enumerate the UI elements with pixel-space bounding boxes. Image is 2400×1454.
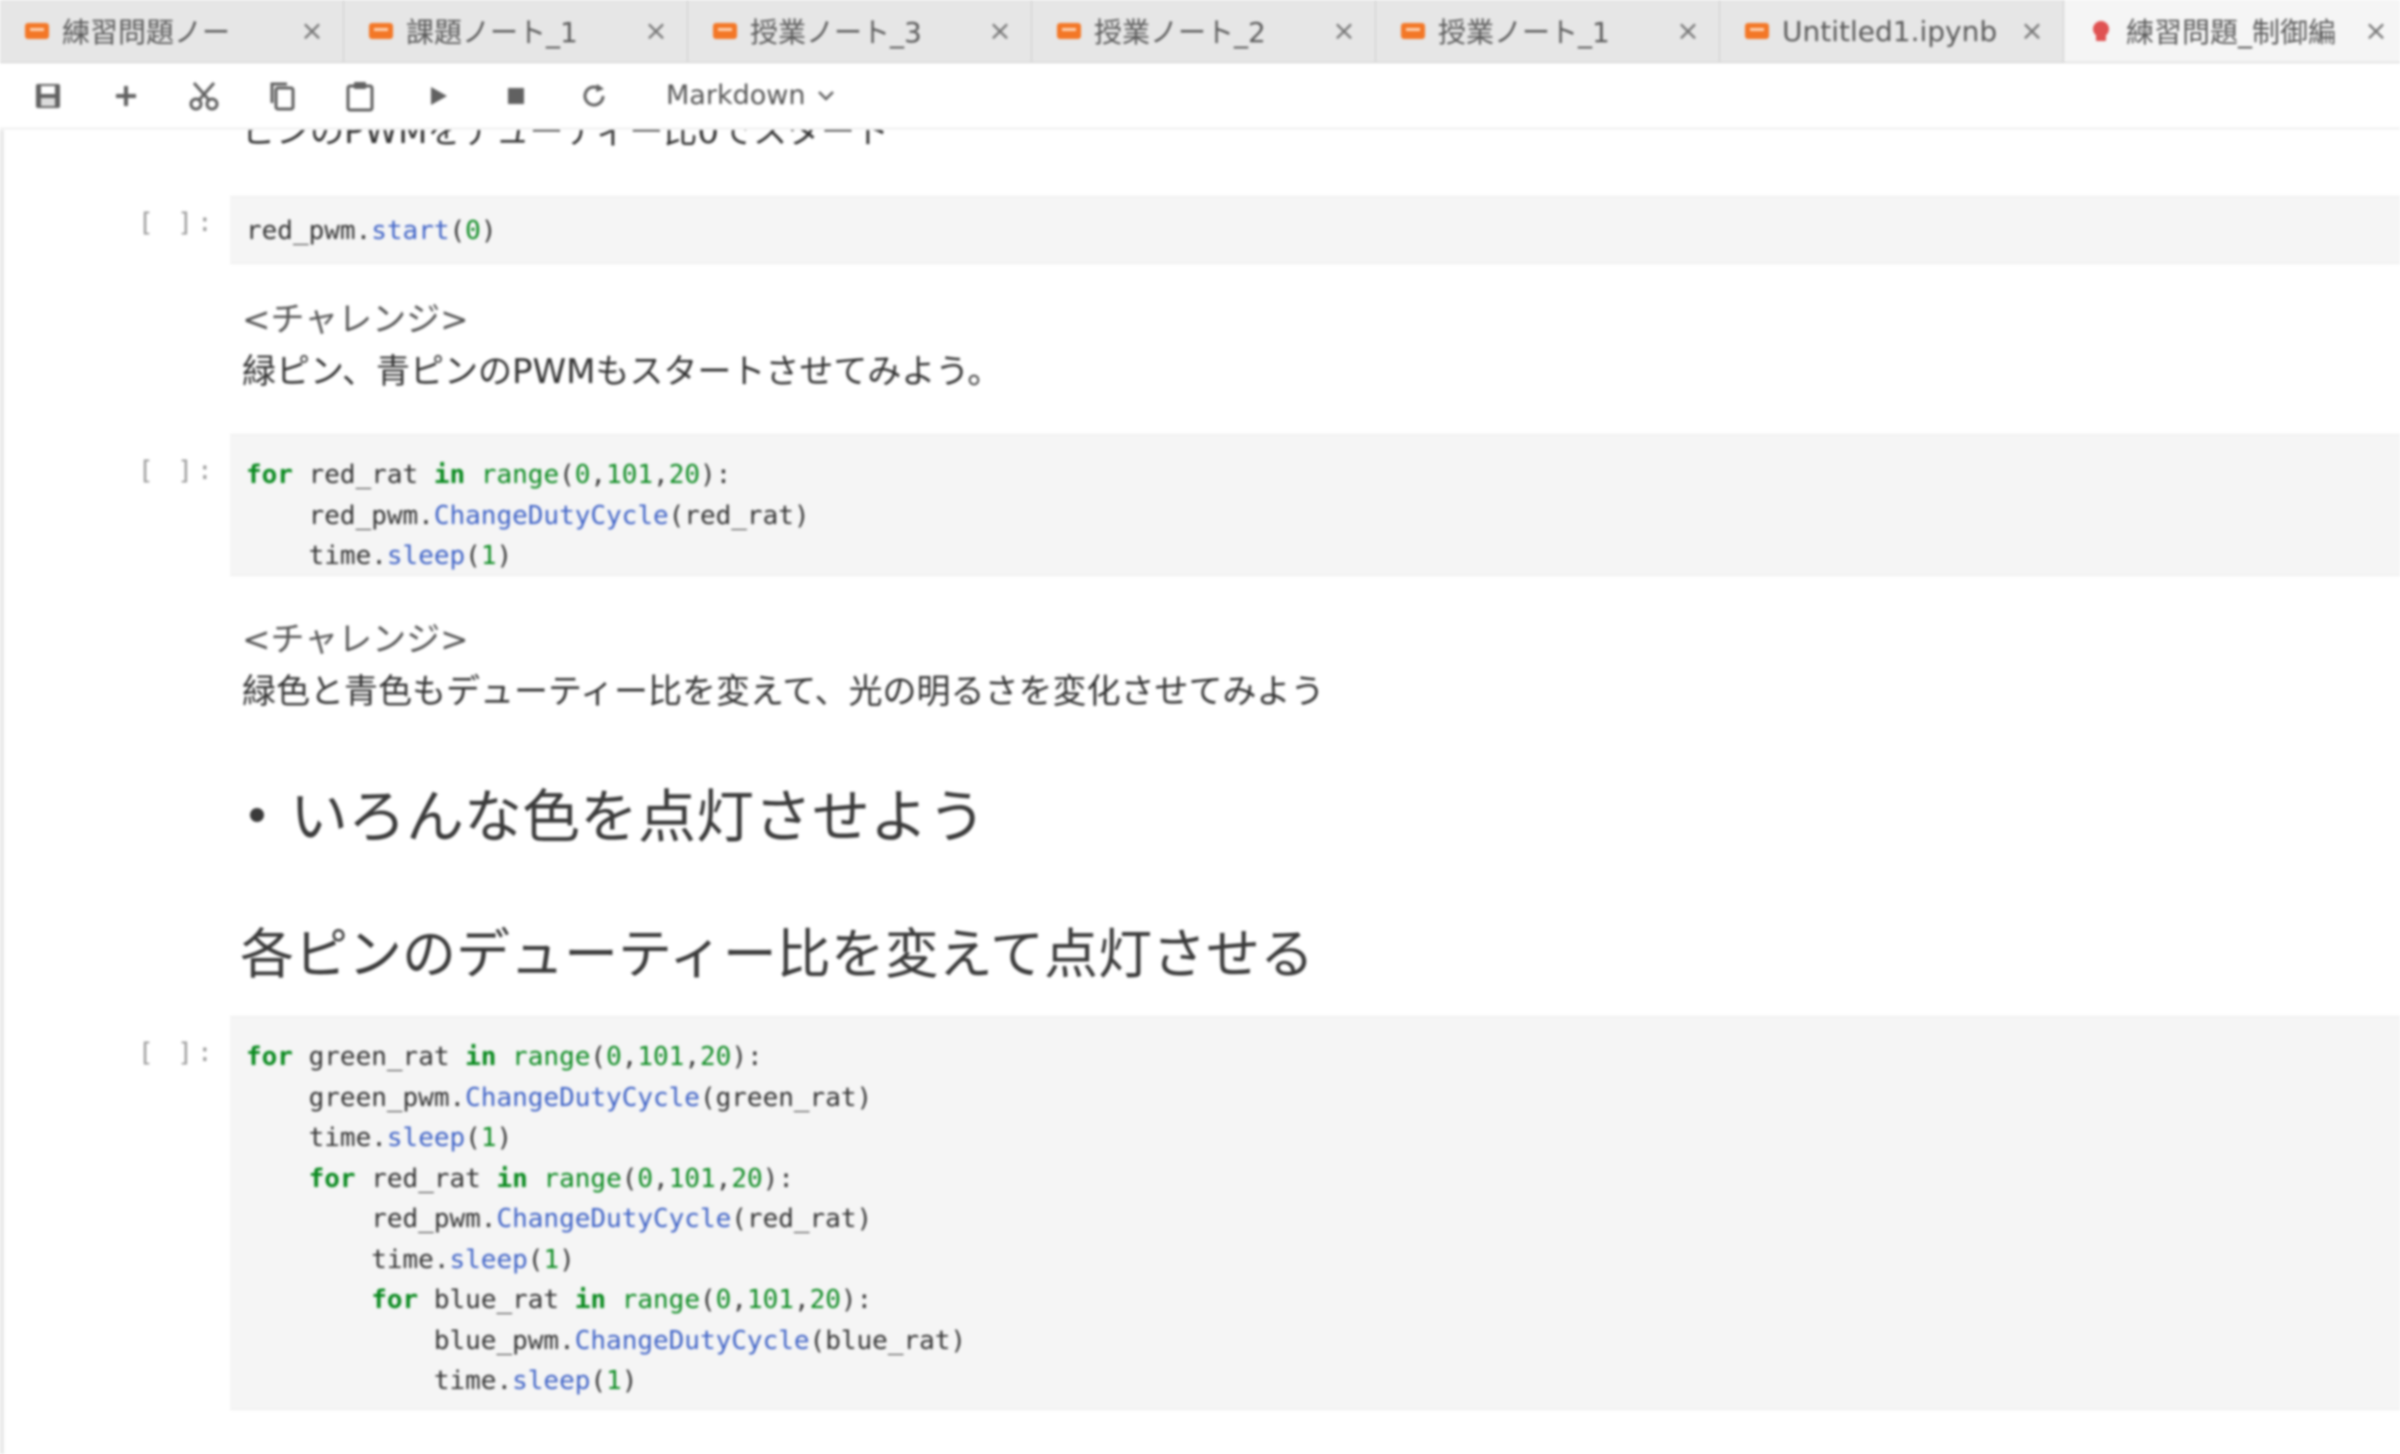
notebook-icon [369, 23, 393, 39]
code-line: for blue_rat in range(0,101,20): [371, 1285, 873, 1315]
tab-notebook-1[interactable]: 練習問題ノー × [0, 0, 344, 62]
paste-icon [346, 81, 374, 111]
add-cell-icon [116, 85, 136, 106]
tab-label: 授業ノート_3 [750, 16, 922, 49]
close-icon[interactable]: × [643, 17, 669, 45]
markdown-paragraph: 緑色と青色もデューティー比を変えて、光の明るさを変化させてみよう [242, 672, 1325, 712]
cell-type-dropdown[interactable]: Markdown [660, 74, 841, 118]
stop-icon [508, 87, 524, 104]
close-icon[interactable]: × [2019, 17, 2045, 45]
tab-label: 授業ノート_1 [1438, 16, 1610, 49]
cell-type-label: Markdown [666, 80, 806, 111]
tab-notebook-2[interactable]: 課題ノート_1 × [344, 0, 688, 62]
input-prompt: [ ]: [138, 456, 217, 486]
close-icon[interactable]: × [1331, 17, 1357, 45]
stop-button[interactable] [488, 71, 544, 121]
input-prompt: [ ]: [138, 208, 217, 238]
markdown-label: <チャレンジ> [242, 620, 469, 660]
paste-button[interactable] [332, 71, 388, 121]
tab-python-file[interactable]: 練習問題_制御編 × [2064, 0, 2400, 62]
add-cell-button[interactable] [98, 71, 154, 121]
save-icon [36, 83, 60, 108]
save-button[interactable] [20, 71, 76, 121]
close-icon[interactable]: × [1675, 17, 1701, 45]
code-line: blue_pwm.ChangeDutyCycle(blue_rat) [246, 1325, 967, 1356]
code-editor[interactable]: for green_rat in range(0,101,20): green_… [230, 1016, 2400, 1410]
tab-label: Untitled1.ipynb [1782, 14, 1998, 48]
notebook-icon [1401, 23, 1425, 39]
tab-label: 授業ノート_2 [1094, 16, 1266, 49]
code-line: red_pwm.ChangeDutyCycle(red_rat) [246, 1204, 873, 1234]
code-line: time.sleep(1) [246, 1244, 575, 1275]
cut-icon [189, 81, 219, 110]
code-editor[interactable]: for red_rat in range(0,101,20): red_pwm.… [230, 434, 2400, 576]
notebook-panel[interactable]: ピンのPWMをデューティー比0でスタート [ ]: red_pwm.start(… [0, 130, 2400, 1454]
jupyterlab-window: 練習問題ノー × 課題ノート_1 × 授業ノート_3 × 授業ノート_2 × 授… [0, 0, 2400, 1454]
subsection-heading: 各ピンのデューティー比を変えて点灯させる [240, 923, 1315, 986]
section-heading: いろんな色を点灯させよう [250, 770, 986, 854]
code-line: green_pwm.ChangeDutyCycle(green_rat) [246, 1082, 873, 1113]
markdown-label: <チャレンジ> [242, 300, 469, 340]
chevron-down-icon [818, 90, 835, 101]
restart-button[interactable] [566, 71, 622, 121]
markdown-paragraph: 緑ピン、青ピンのPWMもスタートさせてみよう。 [242, 352, 1002, 392]
notebook-icon [25, 23, 49, 39]
code-line: red_pwm.start(0) [246, 216, 497, 246]
markdown-cell-partial: ピンのPWMをデューティー比0でスタート [242, 130, 890, 152]
tab-notebook-3[interactable]: 授業ノート_3 × [688, 0, 1032, 62]
notebook-toolbar: Markdown [0, 63, 2400, 129]
close-icon[interactable]: × [2363, 17, 2389, 45]
code-line: time.sleep(1) [246, 1123, 513, 1153]
code-line: for red_rat in range(0,101,20): [308, 1163, 794, 1194]
close-icon[interactable]: × [987, 17, 1013, 45]
copy-button[interactable] [254, 71, 310, 121]
code-line: time.sleep(1) [246, 541, 513, 571]
notebook-tab-bar: 練習問題ノー × 課題ノート_1 × 授業ノート_3 × 授業ノート_2 × 授… [0, 0, 2400, 63]
close-icon[interactable]: × [299, 17, 325, 45]
tab-notebook-5[interactable]: 授業ノート_1 × [1376, 0, 1720, 62]
copy-icon [270, 82, 295, 110]
python-file-icon [2093, 21, 2109, 41]
cut-button[interactable] [176, 71, 232, 121]
code-line: time.sleep(1) [246, 1366, 638, 1396]
notebook-icon [1745, 23, 1769, 39]
tab-notebook-6[interactable]: Untitled1.ipynb × [1720, 0, 2064, 62]
tab-label: 課題ノート_1 [406, 16, 578, 49]
code-editor[interactable]: red_pwm.start(0) [230, 196, 2400, 264]
run-icon [431, 86, 447, 105]
code-line: for green_rat in range(0,101,20): [246, 1042, 763, 1072]
bullet-icon [250, 807, 264, 822]
input-prompt: [ ]: [138, 1038, 217, 1068]
code-line: for red_rat in range(0,101,20): [246, 460, 732, 490]
tab-notebook-4[interactable]: 授業ノート_2 × [1032, 0, 1376, 62]
notebook-icon [1057, 23, 1081, 39]
tab-label: 練習問題ノー [62, 16, 231, 49]
restart-icon [583, 83, 605, 106]
code-line: red_pwm.ChangeDutyCycle(red_rat) [246, 500, 810, 531]
tab-label: 練習問題_制御編 [2126, 16, 2337, 49]
run-button[interactable] [410, 71, 466, 121]
notebook-icon [713, 23, 737, 39]
